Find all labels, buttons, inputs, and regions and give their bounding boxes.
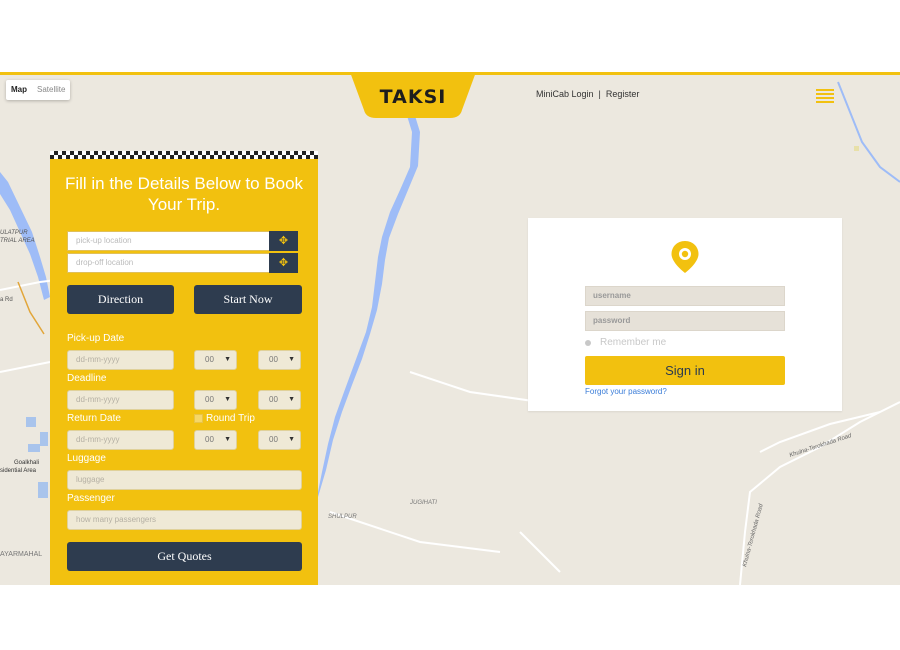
pickup-hour-select[interactable]: 00 ▼ — [194, 350, 237, 370]
select-value: 00 — [269, 355, 278, 364]
checkered-border — [50, 151, 318, 159]
logo-text: TAKSI — [379, 86, 447, 108]
crosshair-icon: ✥ — [278, 235, 289, 247]
crosshair-icon: ✥ — [278, 257, 289, 269]
dropdown-arrow-icon: ▼ — [288, 356, 295, 363]
map-label-jayarmahal: AYARMAHAL — [0, 551, 42, 558]
booking-title: Fill in the Details Below to Book Your T… — [64, 174, 304, 214]
nav-separator: | — [598, 89, 601, 99]
dropdown-arrow-icon: ▼ — [288, 436, 295, 443]
pickup-minute-select[interactable]: 00 ▼ — [258, 350, 301, 370]
map-marker-small — [854, 146, 859, 151]
login-card: username password Remember me Sign in Fo… — [528, 218, 842, 411]
luggage-input[interactable]: luggage — [67, 470, 302, 490]
map-type-satellite-button[interactable]: Satellite — [32, 80, 70, 100]
map-label-industrial: TRIAL AREA — [0, 238, 35, 244]
passenger-input[interactable]: how many passengers — [67, 510, 302, 530]
map-label-jugihati: JUGIHATI — [409, 500, 437, 506]
return-date-input[interactable]: dd-mm-yyyy — [67, 430, 174, 450]
select-value: 00 — [269, 395, 278, 404]
pickup-date-label: Pick-up Date — [67, 333, 125, 344]
passenger-label: Passenger — [67, 493, 115, 504]
pickup-date-input[interactable]: dd-mm-yyyy — [67, 350, 174, 370]
dropdown-arrow-icon: ▼ — [224, 436, 231, 443]
checkbox-box — [194, 414, 203, 423]
app-frame: ULATPUR TRIAL AREA a Rd Goalkhali sident… — [0, 72, 900, 585]
round-trip-checkbox[interactable]: Round Trip — [194, 413, 255, 424]
map-type-map-button[interactable]: Map — [6, 80, 32, 100]
select-value: 00 — [205, 355, 214, 364]
remember-me-checkbox[interactable]: Remember me — [585, 337, 666, 348]
select-value: 00 — [269, 435, 278, 444]
dropoff-location-input[interactable]: drop-off location — [67, 253, 298, 273]
deadline-label: Deadline — [67, 373, 107, 384]
return-date-label: Return Date — [67, 413, 121, 424]
pickup-location-input[interactable]: pick-up location — [67, 231, 298, 251]
radio-dot-icon — [585, 339, 591, 346]
booking-panel: Fill in the Details Below to Book Your T… — [50, 151, 318, 585]
sign-in-button[interactable]: Sign in — [585, 356, 785, 385]
luggage-label: Luggage — [67, 453, 106, 464]
return-minute-select[interactable]: 00 ▼ — [258, 430, 301, 450]
select-value: 00 — [205, 435, 214, 444]
map-label-goalkhali: Goalkhali — [14, 460, 39, 466]
get-quotes-button[interactable]: Get Quotes — [67, 542, 302, 571]
dropdown-arrow-icon: ▼ — [288, 396, 295, 403]
username-input[interactable]: username — [585, 286, 785, 306]
minicab-login-link[interactable]: MiniCab Login — [536, 89, 594, 99]
map-pin-icon — [671, 241, 699, 273]
logo-tab[interactable]: TAKSI — [350, 72, 476, 118]
remember-me-label: Remember me — [600, 337, 667, 348]
dropdown-arrow-icon: ▼ — [224, 396, 231, 403]
forgot-password-link[interactable]: Forgot your password? — [585, 387, 667, 396]
map-label-shulpur: SHULPUR — [328, 514, 357, 520]
start-now-button[interactable]: Start Now — [194, 285, 302, 314]
map-label-road-left: a Rd — [0, 297, 13, 303]
deadline-minute-select[interactable]: 00 ▼ — [258, 390, 301, 410]
direction-button[interactable]: Direction — [67, 285, 174, 314]
dropoff-locate-button[interactable]: ✥ — [269, 253, 298, 273]
deadline-date-input[interactable]: dd-mm-yyyy — [67, 390, 174, 410]
dropdown-arrow-icon: ▼ — [224, 356, 231, 363]
map-label-ulatpur: ULATPUR — [0, 230, 28, 236]
menu-hamburger-icon[interactable] — [816, 89, 834, 103]
pickup-locate-button[interactable]: ✥ — [269, 231, 298, 251]
select-value: 00 — [205, 395, 214, 404]
password-input[interactable]: password — [585, 311, 785, 331]
map-type-toggle: Map Satellite — [6, 80, 71, 100]
round-trip-label: Round Trip — [206, 413, 255, 424]
header-nav: MiniCab Login | Register — [536, 89, 639, 99]
return-hour-select[interactable]: 00 ▼ — [194, 430, 237, 450]
map-label-residential: sidential Area — [0, 468, 37, 474]
register-link[interactable]: Register — [606, 89, 640, 99]
deadline-hour-select[interactable]: 00 ▼ — [194, 390, 237, 410]
